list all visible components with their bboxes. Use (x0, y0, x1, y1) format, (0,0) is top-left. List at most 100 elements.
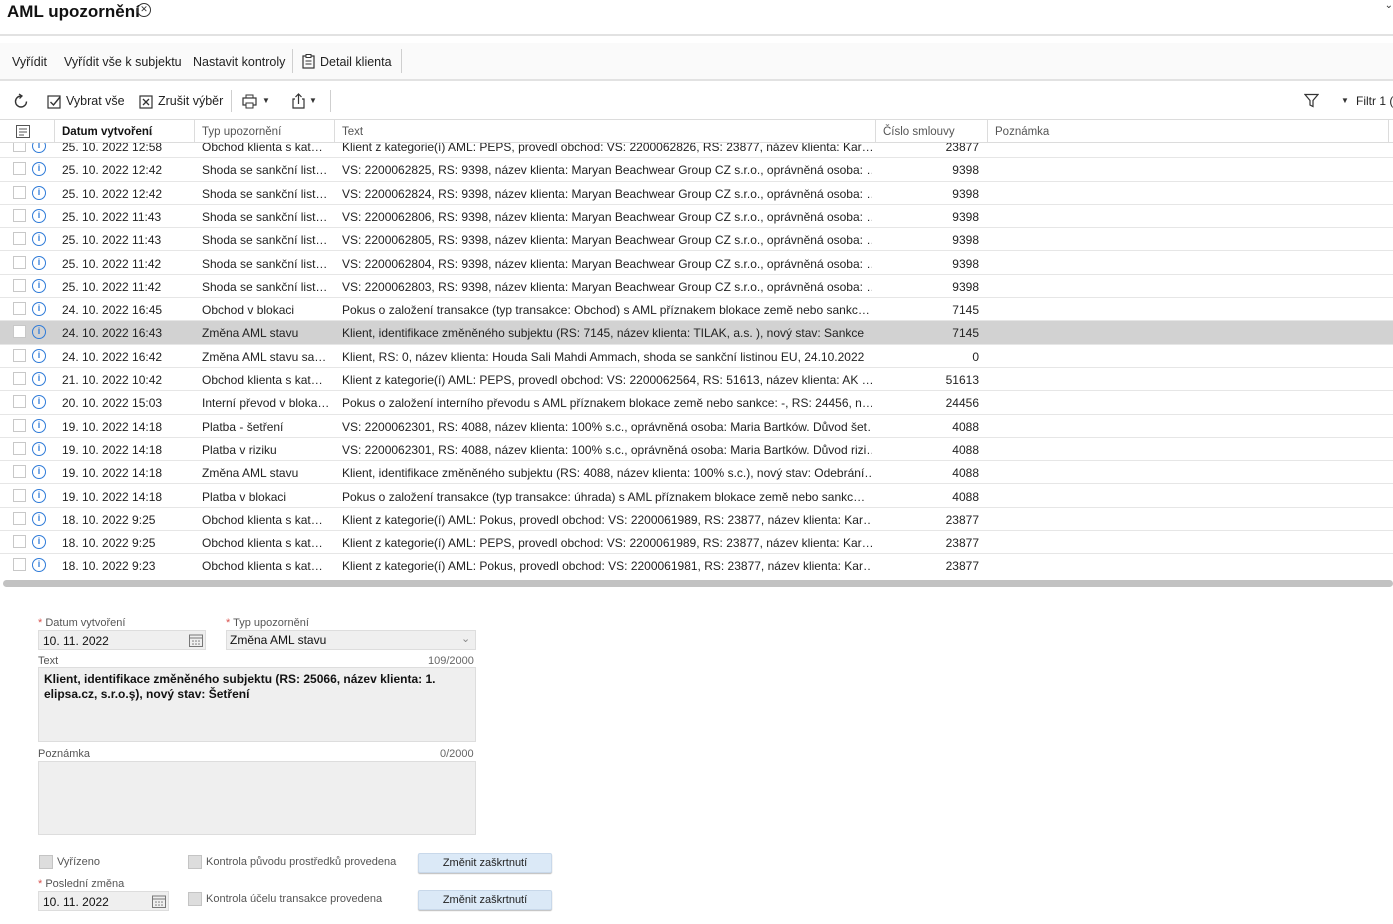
row-checkbox[interactable] (13, 232, 26, 246)
table-row[interactable]: i 19. 10. 2022 14:18 Platba v blokaci Pokus… (0, 485, 1393, 508)
table-row[interactable]: i 25. 10. 2022 11:43 Shoda se sankční list… (0, 228, 1393, 252)
change-origin-check-button[interactable]: Změnit zaškrtnutí (418, 853, 552, 873)
last-change-field[interactable]: 10. 11. 2022 (38, 891, 169, 911)
close-tab-icon[interactable]: ✕ (137, 3, 151, 17)
info-icon[interactable]: i (32, 488, 46, 503)
purpose-check-checkbox[interactable] (188, 892, 202, 906)
print-icon (242, 94, 257, 109)
info-icon[interactable]: i (32, 325, 46, 340)
alert-type-label: * Typ upozornění (226, 617, 309, 629)
row-checkbox[interactable] (13, 162, 26, 176)
calendar-icon[interactable] (152, 895, 166, 908)
row-checkbox[interactable] (13, 372, 26, 385)
column-header-contract[interactable]: Číslo smlouvy (883, 126, 955, 138)
table-row[interactable]: i 19. 10. 2022 14:18 Změna AML stavu Klient… (0, 461, 1393, 485)
row-checkbox[interactable] (13, 465, 26, 479)
row-checkbox[interactable] (13, 255, 26, 269)
row-checkbox[interactable] (13, 511, 26, 525)
table-row[interactable]: i 24. 10. 2022 16:43 Změna AML stavu Klient… (0, 321, 1393, 345)
alert-type-select[interactable]: Změna AML stavu ⌄ (226, 630, 476, 650)
row-checkbox[interactable] (13, 558, 26, 572)
column-chooser-icon[interactable] (16, 125, 30, 138)
cancel-selection-button[interactable]: Zrušit výběr (139, 83, 224, 119)
text-area[interactable]: Klient, identifikace změněného subjektu … (38, 667, 476, 742)
table-row[interactable]: i 25. 10. 2022 12:58 Obchod klienta s kat…… (0, 143, 1393, 159)
info-icon[interactable]: i (32, 278, 46, 293)
cell-text: Pokus o založení interního převodu s AML… (342, 396, 872, 411)
row-checkbox[interactable] (13, 418, 26, 432)
cell-type: Změna AML stavu sa… (202, 349, 327, 364)
table-row[interactable]: i 25. 10. 2022 11:43 Shoda se sankční list… (0, 205, 1393, 229)
row-checkbox[interactable] (13, 441, 26, 455)
row-checkbox[interactable] (13, 143, 26, 152)
info-icon[interactable]: i (32, 143, 46, 153)
filter-label[interactable]: Filtr 1 ( (1356, 94, 1393, 108)
calendar-icon[interactable] (189, 634, 203, 647)
info-icon[interactable]: i (32, 348, 46, 363)
info-icon[interactable]: i (32, 535, 46, 550)
table-row[interactable]: i 19. 10. 2022 14:18 Platba v riziku VS: 22… (0, 438, 1393, 462)
cell-contract: 9398 (952, 186, 979, 201)
cell-type: Obchod klienta s kat… (202, 559, 323, 574)
table-row[interactable]: i 18. 10. 2022 9:25 Obchod klienta s kat… K… (0, 508, 1393, 532)
resolved-checkbox[interactable] (39, 855, 53, 869)
info-icon[interactable]: i (32, 208, 46, 223)
export-menu-button[interactable]: ▼ (291, 83, 321, 119)
row-checkbox[interactable] (13, 185, 26, 199)
filter-icon[interactable] (1304, 93, 1319, 108)
table-row[interactable]: i 24. 10. 2022 16:42 Změna AML stavu sa… Kl… (0, 345, 1393, 368)
info-icon[interactable]: i (32, 558, 46, 573)
cell-date: 24. 10. 2022 16:45 (62, 303, 163, 318)
table-row[interactable]: i 25. 10. 2022 11:42 Shoda se sankční list… (0, 252, 1393, 275)
info-icon[interactable]: i (32, 162, 46, 177)
column-header-type[interactable]: Typ upozornění (202, 126, 281, 138)
set-checks-button[interactable]: Nastavit kontroly (193, 55, 285, 69)
info-icon[interactable]: i (32, 395, 46, 410)
row-checkbox[interactable] (13, 278, 26, 292)
column-header-note[interactable]: Poznámka (995, 126, 1049, 138)
row-checkbox[interactable] (13, 325, 26, 339)
table-row[interactable]: i 20. 10. 2022 15:03 Interní převod v blok… (0, 391, 1393, 415)
info-icon[interactable]: i (32, 511, 46, 526)
info-icon[interactable]: i (32, 465, 46, 480)
resolve-all-button[interactable]: Vyřídit vše k subjektu (64, 55, 182, 69)
row-checkbox[interactable] (13, 535, 26, 549)
info-icon[interactable]: i (32, 185, 46, 200)
row-checkbox[interactable] (13, 395, 26, 409)
row-checkbox[interactable] (13, 208, 26, 222)
sort-desc-icon[interactable]: ↓ (148, 124, 154, 138)
column-header-date[interactable]: Datum vytvoření (62, 126, 152, 138)
chevron-down-icon[interactable]: ⌄ (1385, 0, 1393, 11)
info-icon[interactable]: i (32, 418, 46, 433)
table-row[interactable]: i 18. 10. 2022 9:25 Obchod klienta s kat… K… (0, 531, 1393, 555)
info-icon[interactable]: i (32, 372, 46, 386)
column-header-text[interactable]: Text (342, 126, 363, 138)
print-menu-button[interactable]: ▼ (242, 83, 272, 119)
table-row[interactable]: i 25. 10. 2022 12:42 Shoda se sankční list… (0, 158, 1393, 182)
info-icon[interactable]: i (32, 232, 46, 247)
resolve-button[interactable]: Vyřídit (12, 55, 47, 69)
origin-check-checkbox[interactable] (188, 855, 202, 869)
table-row[interactable]: i 25. 10. 2022 11:42 Shoda se sankční list… (0, 275, 1393, 299)
change-purpose-check-button[interactable]: Změnit zaškrtnutí (418, 890, 552, 910)
info-icon[interactable]: i (32, 255, 46, 270)
info-icon[interactable]: i (32, 441, 46, 456)
info-icon[interactable]: i (32, 302, 46, 317)
cell-contract: 9398 (952, 233, 979, 248)
select-all-button[interactable]: Vybrat vše (47, 83, 127, 119)
row-checkbox[interactable] (13, 488, 26, 502)
table-row[interactable]: i 21. 10. 2022 10:42 Obchod klienta s kat…… (0, 368, 1393, 392)
table-row[interactable]: i 18. 10. 2022 9:23 Obchod klienta s kat… K… (0, 554, 1393, 575)
cell-text: VS: 2200062301, RS: 4088, název klienta:… (342, 419, 872, 434)
table-row[interactable]: i 19. 10. 2022 14:18 Platba - šetření VS: 2… (0, 415, 1393, 438)
row-checkbox[interactable] (13, 348, 26, 362)
row-checkbox[interactable] (13, 302, 26, 316)
client-detail-button[interactable]: Detail klienta (302, 53, 402, 73)
horizontal-scrollbar[interactable] (3, 580, 1393, 587)
note-area[interactable] (38, 761, 476, 835)
table-row[interactable]: i 25. 10. 2022 12:42 Shoda se sankční list… (0, 182, 1393, 205)
table-row[interactable]: i 24. 10. 2022 16:45 Obchod v blokaci Pokus… (0, 298, 1393, 322)
date-created-field[interactable]: 10. 11. 2022 (38, 630, 206, 650)
filter-caret-icon[interactable]: ▼ (1341, 96, 1349, 105)
refresh-icon[interactable] (13, 93, 30, 110)
